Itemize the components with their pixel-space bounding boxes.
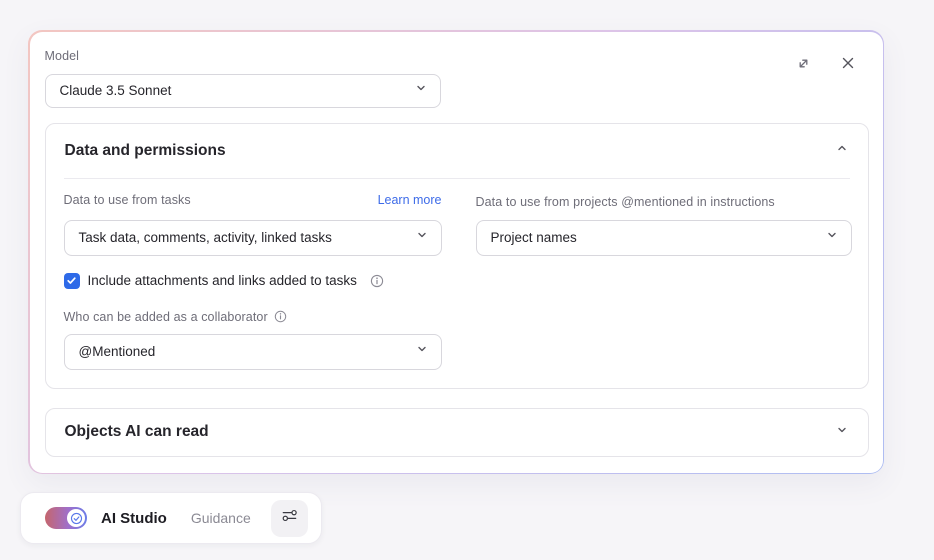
close-icon bbox=[840, 55, 856, 76]
chevron-down-icon bbox=[825, 228, 839, 247]
collaborator-select-value: @Mentioned bbox=[79, 344, 156, 359]
sliders-icon bbox=[280, 506, 299, 530]
ai-studio-label: AI Studio bbox=[101, 510, 167, 527]
objects-ai-title: Objects AI can read bbox=[65, 423, 209, 441]
toggle-knob bbox=[67, 509, 85, 527]
learn-more-link[interactable]: Learn more bbox=[378, 193, 442, 207]
expand-button[interactable] bbox=[791, 53, 817, 79]
projects-data-select-value: Project names bbox=[491, 230, 577, 245]
model-label: Model bbox=[45, 49, 80, 63]
divider bbox=[64, 178, 850, 179]
info-icon[interactable] bbox=[370, 274, 384, 288]
chevron-down-icon bbox=[415, 228, 429, 247]
chevron-down-icon bbox=[414, 81, 428, 100]
objects-ai-section[interactable]: Objects AI can read bbox=[45, 408, 869, 457]
attachments-checkbox-label: Include attachments and links added to t… bbox=[88, 273, 357, 288]
modal-body: Model Claude 3.5 Sonnet bbox=[30, 32, 883, 473]
chevron-down-icon bbox=[835, 423, 849, 442]
collaborator-label-row: Who can be added as a collaborator bbox=[64, 310, 287, 324]
expand-icon bbox=[795, 55, 812, 77]
info-icon[interactable] bbox=[274, 310, 287, 323]
guidance-link[interactable]: Guidance bbox=[191, 510, 251, 526]
projects-label-row: Data to use from projects @mentioned in … bbox=[476, 193, 775, 211]
tasks-data-label: Data to use from tasks bbox=[64, 193, 191, 207]
projects-data-label: Data to use from projects @mentioned in … bbox=[476, 195, 775, 209]
include-attachments-row[interactable]: Include attachments and links added to t… bbox=[64, 272, 384, 290]
model-select-value: Claude 3.5 Sonnet bbox=[60, 83, 172, 98]
model-select[interactable]: Claude 3.5 Sonnet bbox=[45, 74, 441, 108]
tasks-data-select[interactable]: Task data, comments, activity, linked ta… bbox=[64, 220, 442, 256]
tasks-data-select-value: Task data, comments, activity, linked ta… bbox=[79, 230, 332, 245]
chevron-down-icon bbox=[415, 342, 429, 361]
collaborator-label: Who can be added as a collaborator bbox=[64, 310, 268, 324]
data-permissions-title: Data and permissions bbox=[65, 142, 226, 160]
collaborator-select[interactable]: @Mentioned bbox=[64, 334, 442, 370]
ai-studio-bar: AI Studio Guidance bbox=[20, 492, 322, 544]
data-permissions-section: Data and permissions Data to use from ta… bbox=[45, 123, 869, 389]
tasks-label-row: Data to use from tasks Learn more bbox=[64, 193, 442, 207]
attachments-checkbox[interactable] bbox=[64, 273, 80, 289]
ai-settings-modal: Model Claude 3.5 Sonnet bbox=[28, 30, 884, 474]
close-button[interactable] bbox=[835, 53, 861, 79]
data-permissions-header[interactable]: Data and permissions bbox=[46, 124, 868, 178]
ai-settings-button[interactable] bbox=[271, 500, 308, 537]
ai-studio-toggle[interactable] bbox=[45, 507, 87, 529]
projects-data-select[interactable]: Project names bbox=[476, 220, 852, 256]
chevron-up-icon bbox=[835, 141, 849, 160]
